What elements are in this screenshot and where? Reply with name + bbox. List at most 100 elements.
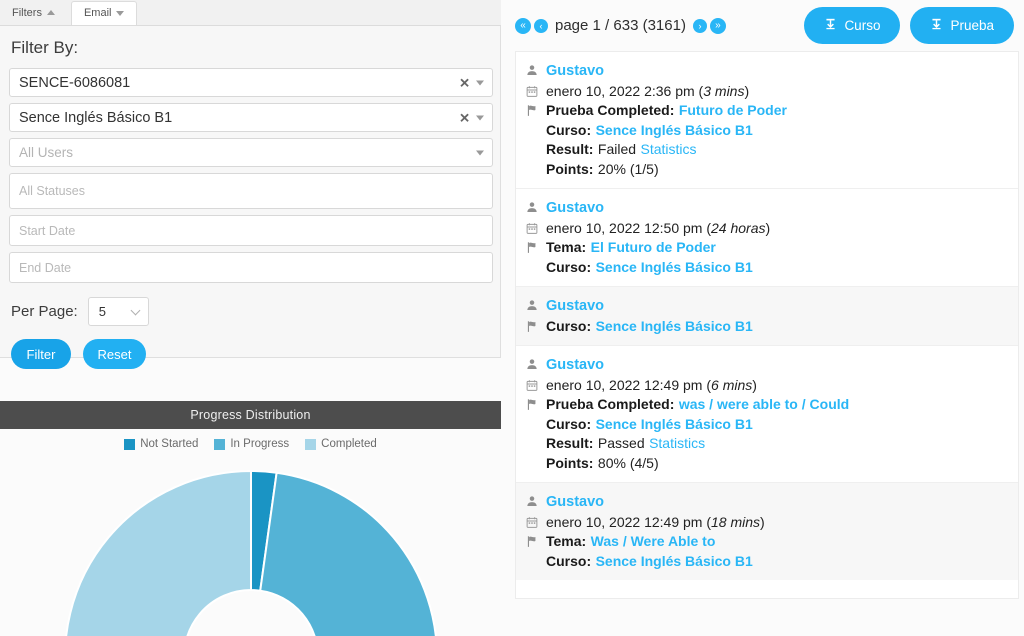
end-date-input[interactable] bbox=[9, 252, 493, 283]
course-link[interactable]: Sence Inglés Básico B1 bbox=[596, 318, 753, 334]
download-icon bbox=[930, 18, 943, 34]
activity-user-text: Gustavo bbox=[546, 355, 604, 376]
activity-event-text: Prueba Completed: was / were able to / C… bbox=[546, 395, 849, 415]
statistics-link[interactable]: Statistics bbox=[641, 141, 697, 157]
user-link[interactable]: Gustavo bbox=[546, 298, 604, 314]
result-label: Result: bbox=[546, 141, 594, 157]
export-prueba-button[interactable]: Prueba bbox=[910, 7, 1014, 44]
activity-row[interactable]: Gustavo enero 10, 2022 2:36 pm (3 mins) … bbox=[516, 52, 1018, 189]
filter-button[interactable]: Filter bbox=[11, 339, 71, 369]
user-link[interactable]: Gustavo bbox=[546, 357, 604, 373]
clear-icon[interactable]: ✕ bbox=[459, 76, 470, 89]
activity-row[interactable]: Gustavo enero 10, 2022 12:50 pm (24 hora… bbox=[516, 189, 1018, 287]
export-curso-button[interactable]: Curso bbox=[804, 7, 901, 44]
company-select-value: SENCE-6086081 bbox=[19, 74, 131, 91]
tab-filters[interactable]: Filters bbox=[6, 1, 65, 25]
export-curso-label: Curso bbox=[844, 18, 881, 33]
user-icon bbox=[526, 492, 539, 508]
course-select[interactable]: Sence Inglés Básico B1 ✕ bbox=[9, 103, 493, 132]
export-prueba-label: Prueba bbox=[950, 18, 994, 33]
course-link[interactable]: Sence Inglés Básico B1 bbox=[596, 553, 753, 569]
chevron-up-icon bbox=[46, 10, 55, 15]
activity-points-text: Points: 80% (4/5) bbox=[546, 454, 659, 474]
activity-user-text: Gustavo bbox=[546, 492, 604, 513]
event-link[interactable]: El Futuro de Poder bbox=[591, 239, 716, 255]
activity-datetime-text: enero 10, 2022 2:36 pm (3 mins) bbox=[546, 82, 749, 102]
activity-row[interactable]: Gustavo enero 10, 2022 12:49 pm (6 mins)… bbox=[516, 346, 1018, 483]
legend-swatch bbox=[124, 438, 136, 450]
chevron-down-icon bbox=[116, 10, 125, 16]
flag-icon bbox=[526, 238, 539, 254]
calendar-icon bbox=[526, 376, 539, 392]
activity-course-text: Curso: Sence Inglés Básico B1 bbox=[546, 552, 753, 572]
event-label: Prueba Completed: bbox=[546, 396, 675, 412]
company-select[interactable]: SENCE-6086081 ✕ bbox=[9, 68, 493, 97]
activity-row[interactable]: Gustavo enero 10, 2022 12:49 pm (18 mins… bbox=[516, 483, 1018, 580]
activity-event-text: Tema: El Futuro de Poder bbox=[546, 238, 716, 258]
course-label: Curso: bbox=[546, 258, 592, 275]
per-page-select[interactable]: 5 bbox=[87, 297, 149, 326]
status-input[interactable] bbox=[9, 173, 493, 209]
result-value: Failed bbox=[597, 141, 637, 157]
activity-user-text: Gustavo bbox=[546, 296, 604, 317]
activity-user-text: Gustavo bbox=[546, 61, 604, 82]
activity-result-text: Result: Passed Statistics bbox=[546, 434, 705, 454]
reset-button[interactable]: Reset bbox=[83, 339, 146, 369]
points-label: Points: bbox=[546, 160, 594, 177]
activity-row[interactable]: Gustavo Curso: Sence Inglés Básico B1 bbox=[516, 287, 1018, 346]
start-date-input[interactable] bbox=[9, 215, 493, 246]
next-page-button[interactable]: › bbox=[692, 18, 707, 33]
donut-svg bbox=[65, 469, 437, 636]
activity-user: Gustavo bbox=[526, 492, 1018, 513]
activity-datetime: enero 10, 2022 12:49 pm (18 mins) bbox=[526, 513, 1018, 533]
chevron-down-icon bbox=[476, 150, 484, 155]
chart-title: Progress Distribution bbox=[0, 401, 501, 429]
user-link[interactable]: Gustavo bbox=[546, 200, 604, 216]
tab-filters-label: Filters bbox=[12, 6, 42, 19]
activity-datetime-text: enero 10, 2022 12:49 pm (6 mins) bbox=[546, 376, 757, 396]
activity-course: Curso: Sence Inglés Básico B1 bbox=[526, 121, 1018, 141]
activity-event: Prueba Completed: was / were able to / C… bbox=[526, 395, 1018, 415]
activity-user: Gustavo bbox=[526, 61, 1018, 82]
activity-user-text: Gustavo bbox=[546, 198, 604, 219]
users-select[interactable]: All Users bbox=[9, 138, 493, 167]
legend-item-not-started[interactable]: Not Started bbox=[124, 438, 198, 450]
course-label: Curso: bbox=[546, 121, 592, 138]
calendar-icon bbox=[526, 82, 539, 98]
event-link[interactable]: Futuro de Poder bbox=[679, 102, 787, 118]
course-label: Curso: bbox=[546, 317, 592, 334]
filter-actions: Filter Reset bbox=[11, 339, 491, 369]
legend-item-in-progress[interactable]: In Progress bbox=[214, 438, 289, 450]
course-link[interactable]: Sence Inglés Básico B1 bbox=[596, 416, 753, 432]
course-label: Curso: bbox=[546, 415, 592, 432]
activity-event: Tema: El Futuro de Poder bbox=[526, 238, 1018, 258]
donut-slice[interactable] bbox=[65, 469, 252, 636]
activity-result: Result: Failed Statistics bbox=[526, 140, 1018, 160]
activity-datetime-text: enero 10, 2022 12:49 pm (18 mins) bbox=[546, 513, 765, 533]
activity-event-text: Prueba Completed: Futuro de Poder bbox=[546, 101, 787, 121]
last-page-button[interactable]: » bbox=[709, 17, 726, 34]
activity-course: Curso: Sence Inglés Básico B1 bbox=[526, 552, 1018, 572]
flag-icon bbox=[526, 532, 539, 548]
activity-points: Points: 80% (4/5) bbox=[526, 454, 1018, 474]
course-link[interactable]: Sence Inglés Básico B1 bbox=[596, 259, 753, 275]
activity-datetime: enero 10, 2022 12:50 pm (24 horas) bbox=[526, 219, 1018, 239]
prev-page-button[interactable]: ‹ bbox=[534, 18, 548, 33]
chevron-down-icon bbox=[130, 305, 141, 316]
user-link[interactable]: Gustavo bbox=[546, 63, 604, 79]
statistics-link[interactable]: Statistics bbox=[649, 435, 705, 451]
user-link[interactable]: Gustavo bbox=[546, 494, 604, 510]
activity-points-text: Points: 20% (1/5) bbox=[546, 160, 659, 180]
points-label: Points: bbox=[546, 454, 594, 471]
event-link[interactable]: was / were able to / Could bbox=[679, 396, 849, 412]
clear-icon[interactable]: ✕ bbox=[459, 111, 470, 124]
activity-datetime: enero 10, 2022 2:36 pm (3 mins) bbox=[526, 82, 1018, 102]
tab-email[interactable]: Email bbox=[70, 1, 138, 25]
event-label: Prueba Completed: bbox=[546, 102, 675, 118]
result-value: Passed bbox=[597, 435, 645, 451]
points-value: 80% (4/5) bbox=[597, 454, 659, 471]
first-page-button[interactable]: « bbox=[515, 17, 531, 34]
course-link[interactable]: Sence Inglés Básico B1 bbox=[596, 122, 753, 138]
legend-item-completed[interactable]: Completed bbox=[305, 438, 377, 450]
event-link[interactable]: Was / Were Able to bbox=[591, 533, 716, 549]
